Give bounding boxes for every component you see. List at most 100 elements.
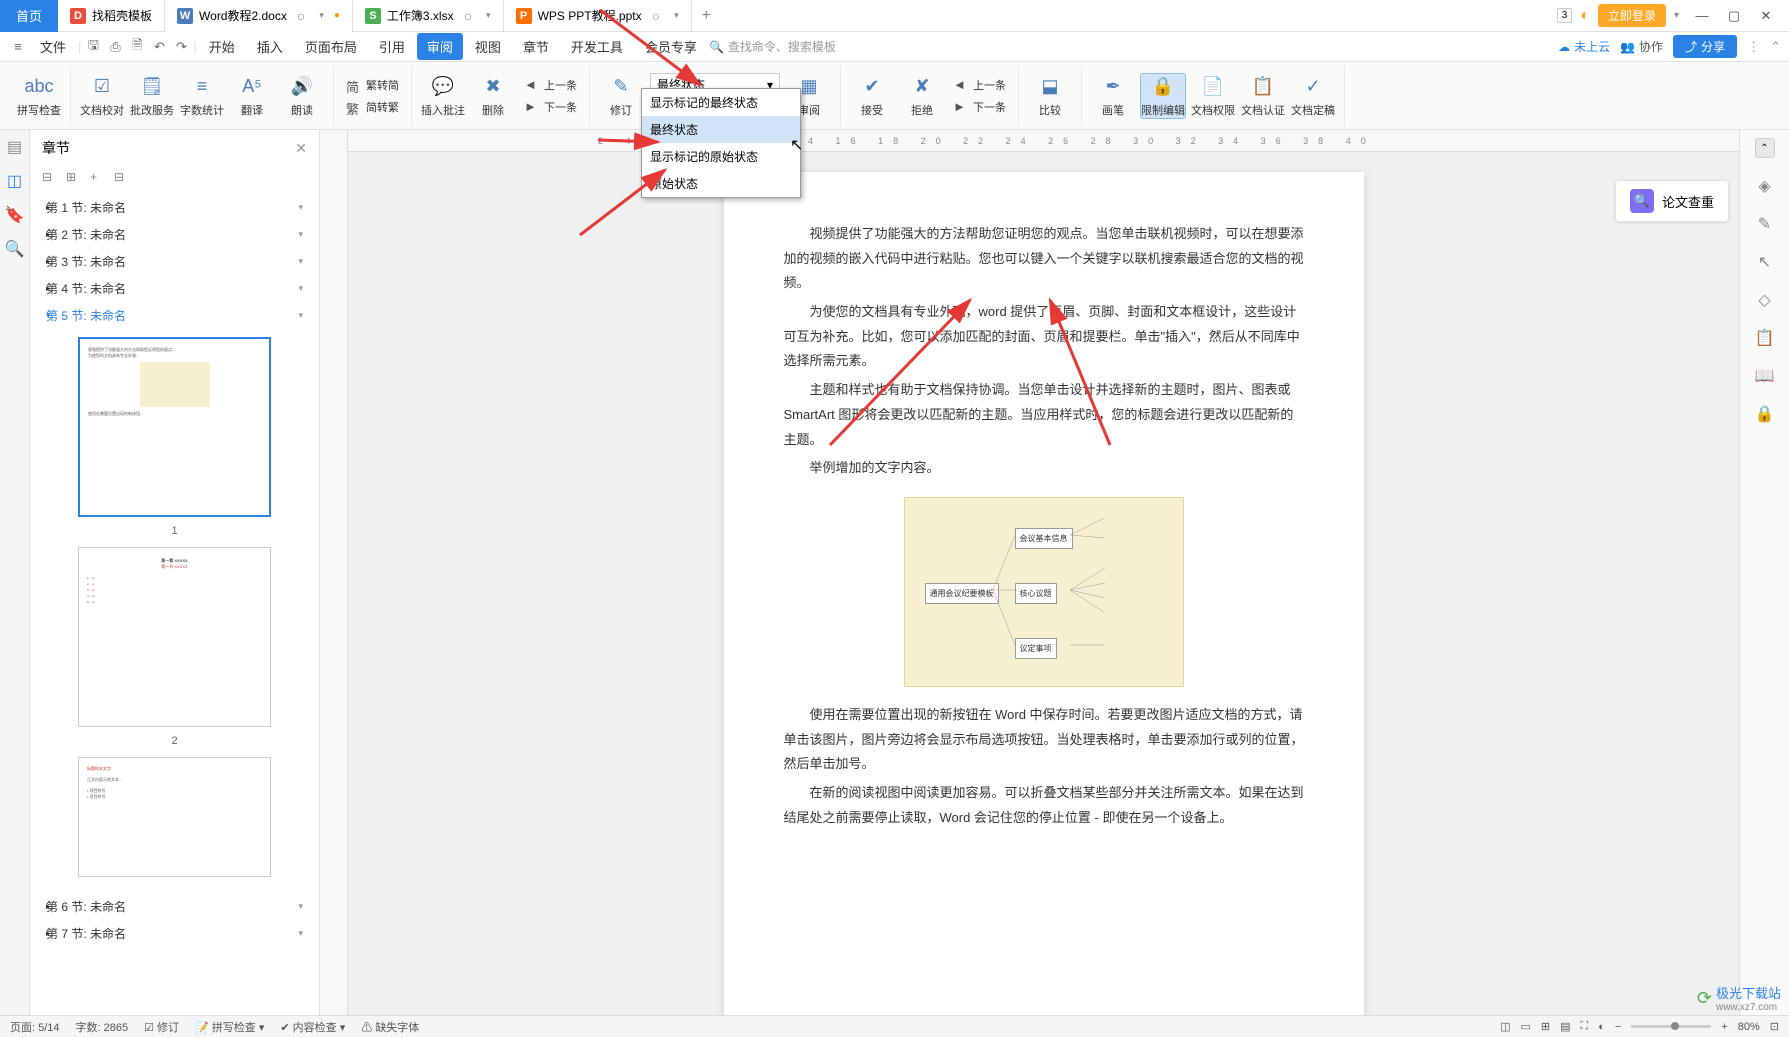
dropdown-item-final-markup[interactable]: 显示标记的最终状态	[642, 89, 800, 116]
login-button[interactable]: 立即登录	[1598, 4, 1666, 27]
zoom-level[interactable]: 80%	[1738, 1021, 1760, 1033]
spellcheck-button[interactable]: abc 拼写检查	[16, 74, 62, 118]
translate-button[interactable]: A⁵翻译	[229, 74, 275, 118]
close-button[interactable]: ✕	[1751, 4, 1781, 28]
reject-button[interactable]: ✘拒绝	[899, 74, 945, 118]
trad-to-simp-button[interactable]: 简繁转简	[342, 75, 403, 95]
dropdown-item-final[interactable]: 最终状态	[642, 116, 800, 143]
login-dropdown-icon[interactable]: ▾	[1674, 10, 1679, 21]
section-item[interactable]: ▸第 3 节: 未命名▾	[38, 248, 311, 275]
delete-comment-button[interactable]: ✖删除	[470, 74, 516, 118]
section-menu-icon[interactable]: ▾	[298, 229, 303, 240]
doc-finalize-button[interactable]: ✓文档定稿	[1290, 74, 1336, 118]
menu-start[interactable]: 开始	[199, 33, 245, 60]
chapters-view-icon[interactable]: ◫	[6, 172, 24, 190]
document-page[interactable]: 视频提供了功能强大的方法帮助您证明您的观点。当您单击联机视频时，可以在想要添加的…	[724, 172, 1364, 1019]
nav-close-icon[interactable]: ✕	[295, 140, 307, 157]
print-preview-icon[interactable]: 🗎	[127, 37, 147, 57]
view-mode-web-icon[interactable]: ⊞	[1541, 1020, 1550, 1033]
section-menu-icon[interactable]: ▾	[298, 256, 303, 267]
nav-delete-icon[interactable]: ⊟	[114, 170, 130, 186]
view-mode-outline-icon[interactable]: ▤	[1560, 1020, 1570, 1033]
bookmark-icon[interactable]: 🔖	[6, 206, 24, 224]
redo-icon[interactable]: ↷	[171, 37, 191, 57]
next-comment-button[interactable]: ►下一条	[520, 97, 581, 117]
select-icon[interactable]: ↖	[1755, 252, 1775, 272]
share-button[interactable]: ⤴ 分享	[1673, 35, 1737, 58]
maximize-button[interactable]: ▢	[1719, 4, 1749, 28]
section-item[interactable]: ▸第 7 节: 未命名▾	[38, 920, 311, 947]
simp-to-trad-button[interactable]: 繁简转繁	[342, 97, 403, 117]
collab-button[interactable]: 👥 协作	[1620, 38, 1663, 55]
tab-docer[interactable]: D 找稻壳模板	[58, 0, 165, 32]
lock-panel-icon[interactable]: 🔒	[1755, 404, 1775, 424]
undo-icon[interactable]: ↶	[149, 37, 169, 57]
ink-button[interactable]: ✒画笔	[1090, 74, 1136, 118]
section-menu-icon[interactable]: ▾	[298, 283, 303, 294]
prev-revision-button[interactable]: ◄上一条	[949, 75, 1010, 95]
file-menu[interactable]: 文件	[30, 33, 76, 60]
tab-word-doc[interactable]: W Word教程2.docx ○ ▾ ●	[165, 0, 353, 32]
focus-mode-icon[interactable]: ◐	[1598, 1021, 1605, 1033]
dropdown-item-original[interactable]: 原始状态	[642, 170, 800, 197]
page-thumbnail[interactable]: 第一章 XXXXX第一节 XXXXX1、xx2、xx3、xx4、xx5、xx	[78, 547, 271, 727]
compare-button[interactable]: ⬓比较	[1027, 74, 1073, 118]
minimize-button[interactable]: —	[1687, 4, 1717, 28]
more-menu-icon[interactable]: ⋮	[1747, 39, 1760, 55]
word-count-button[interactable]: ≡字数统计	[179, 74, 225, 118]
status-content-check[interactable]: ✔ 内容检查 ▾	[280, 1019, 345, 1035]
badge-count[interactable]: 3	[1557, 8, 1573, 23]
status-spellcheck[interactable]: 📝 拼写检查 ▾	[195, 1019, 264, 1035]
zoom-slider[interactable]	[1631, 1025, 1711, 1028]
section-menu-icon[interactable]: ▾	[298, 928, 303, 939]
paper-check-button[interactable]: 🔍 论文查重	[1615, 180, 1729, 222]
view-mode-fullscreen-icon[interactable]: ⛶	[1581, 1020, 1589, 1033]
view-mode-print-icon[interactable]: ◫	[1500, 1020, 1510, 1033]
next-revision-button[interactable]: ►下一条	[949, 97, 1010, 117]
zoom-in-button[interactable]: +	[1721, 1021, 1727, 1033]
section-menu-icon[interactable]: ▾	[298, 202, 303, 213]
app-menu-icon[interactable]: ≡	[8, 37, 28, 57]
prev-comment-button[interactable]: ◄上一条	[520, 75, 581, 95]
tab-dropdown-icon[interactable]: ▾	[674, 10, 679, 21]
nav-expand-icon[interactable]: ⊞	[66, 170, 82, 186]
tab-dropdown-icon[interactable]: ▾	[319, 10, 324, 21]
accept-button[interactable]: ✔接受	[849, 74, 895, 118]
collapse-ribbon-icon[interactable]: ⌃	[1770, 39, 1781, 55]
menu-dev-tools[interactable]: 开发工具	[561, 33, 633, 60]
collapse-panel-button[interactable]: ⌃	[1755, 138, 1775, 158]
batch-comment-button[interactable]: 🗒批改服务	[129, 74, 175, 118]
section-item[interactable]: ▸第 6 节: 未命名▾	[38, 893, 311, 920]
section-item[interactable]: ▸第 4 节: 未命名▾	[38, 275, 311, 302]
status-missing-font[interactable]: ⚠ 缺失字体	[361, 1019, 419, 1035]
tab-ppt-doc[interactable]: P WPS PPT教程.pptx ○ ▾	[504, 0, 692, 32]
doc-auth-button[interactable]: 📋文档认证	[1240, 74, 1286, 118]
section-item[interactable]: ▸第 1 节: 未命名▾	[38, 194, 311, 221]
menu-page-layout[interactable]: 页面布局	[295, 33, 367, 60]
section-item[interactable]: ▸第 2 节: 未命名▾	[38, 221, 311, 248]
track-changes-button[interactable]: ✎修订	[598, 74, 644, 118]
nav-add-icon[interactable]: +	[90, 170, 106, 186]
skin-icon[interactable]: ◐	[1580, 7, 1590, 25]
menu-insert[interactable]: 插入	[247, 33, 293, 60]
zoom-fit-icon[interactable]: ⊡	[1770, 1020, 1779, 1033]
book-icon[interactable]: 📖	[1755, 366, 1775, 386]
menu-chapters[interactable]: 章节	[513, 33, 559, 60]
print-icon[interactable]: ⎙	[105, 37, 125, 57]
save-icon[interactable]: 🖫	[83, 37, 103, 57]
dropdown-item-original-markup[interactable]: 显示标记的原始状态	[642, 143, 800, 170]
page-thumbnail[interactable]: 标题样本文字正文内容示例文本...• 项目符号• 项目符号	[78, 757, 271, 877]
tab-dropdown-icon[interactable]: ▾	[486, 10, 491, 21]
style-icon[interactable]: ◈	[1755, 176, 1775, 196]
menu-references[interactable]: 引用	[369, 33, 415, 60]
find-icon[interactable]: 🔍	[6, 240, 24, 258]
tab-excel-doc[interactable]: S 工作簿3.xlsx ○ ▾	[353, 0, 504, 32]
nav-collapse-icon[interactable]: ⊟	[42, 170, 58, 186]
doc-permission-button[interactable]: 📄文档权限	[1190, 74, 1236, 118]
shapes-icon[interactable]: ◇	[1755, 290, 1775, 310]
menu-review[interactable]: 审阅	[417, 33, 463, 60]
zoom-out-button[interactable]: −	[1615, 1021, 1621, 1033]
menu-member[interactable]: 会员专享	[635, 33, 707, 60]
format-icon[interactable]: ✎	[1755, 214, 1775, 234]
status-page[interactable]: 页面: 5/14	[10, 1019, 60, 1035]
